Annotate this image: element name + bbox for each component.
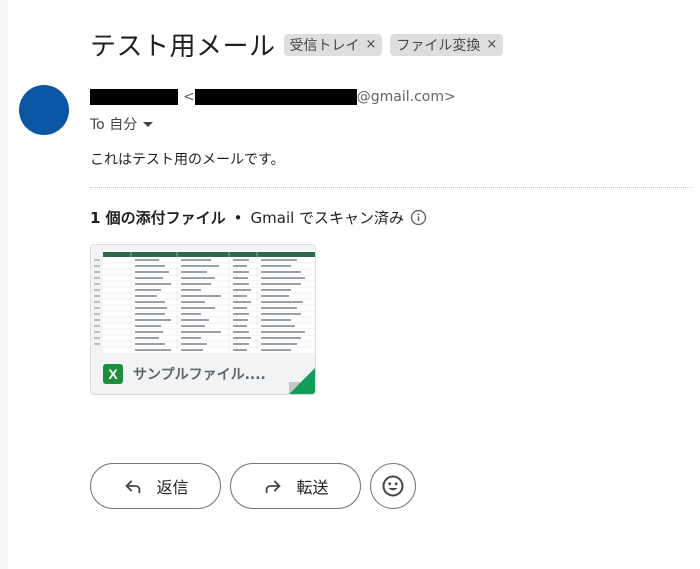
sender-info: < @gmail.com>: [90, 89, 456, 105]
spreadsheet-thumbnail: [91, 245, 315, 353]
remove-label-inbox-icon[interactable]: ×: [366, 37, 377, 52]
attachment-header: 1 個の添付ファイル • Gmail でスキャン済み: [90, 207, 427, 228]
subject-title: テスト用メール: [90, 32, 276, 62]
emoji-reaction-button[interactable]: [370, 463, 416, 509]
spreadsheet-preview-image: [91, 245, 315, 353]
forward-button[interactable]: 転送: [230, 463, 361, 509]
label-chip-inbox[interactable]: 受信トレイ ×: [283, 33, 383, 56]
remove-label-file-convert-icon[interactable]: ×: [486, 37, 497, 52]
caret-down-icon[interactable]: [143, 121, 154, 127]
attachment-divider: [90, 187, 692, 188]
reply-icon: [126, 480, 141, 494]
attachment-filename: サンプルファイル....: [133, 366, 266, 383]
attachment-count: 1 個の添付ファイル: [90, 209, 226, 227]
scan-status: Gmail でスキャン済み: [250, 209, 405, 227]
smiley-icon: [382, 475, 404, 497]
attachment-card[interactable]: X サンプルファイル....: [90, 244, 316, 395]
subject-row: テスト用メール 受信トレイ × ファイル変換 ×: [90, 26, 504, 63]
forward-label: 転送: [296, 478, 329, 497]
redacted-sender-name: [90, 89, 178, 105]
label-chip-inbox-text: 受信トレイ: [289, 37, 360, 54]
sender-email-domain: @gmail.com>: [356, 89, 456, 105]
attachment-footer: X サンプルファイル....: [91, 353, 315, 394]
recipient-details-toggle[interactable]: To 自分: [90, 114, 154, 134]
forward-icon: [266, 480, 281, 494]
recipient-text: To 自分: [90, 117, 138, 133]
attachment-separator: •: [233, 208, 243, 227]
reply-label: 返信: [156, 478, 189, 497]
excel-file-icon: X: [103, 363, 123, 384]
sender-avatar[interactable]: [19, 85, 69, 135]
label-chip-file-convert-text: ファイル変換: [396, 37, 481, 54]
redacted-sender-email: [194, 89, 357, 105]
reply-button[interactable]: 返信: [90, 463, 221, 509]
info-icon[interactable]: [410, 209, 427, 226]
label-chip-file-convert[interactable]: ファイル変換 ×: [390, 33, 504, 56]
message-actions: 返信 転送: [90, 463, 416, 509]
email-open-bracket: <: [183, 89, 195, 105]
page-fold-corner-icon: [289, 368, 315, 394]
message-body: これはテスト用のメールです。: [90, 152, 285, 168]
